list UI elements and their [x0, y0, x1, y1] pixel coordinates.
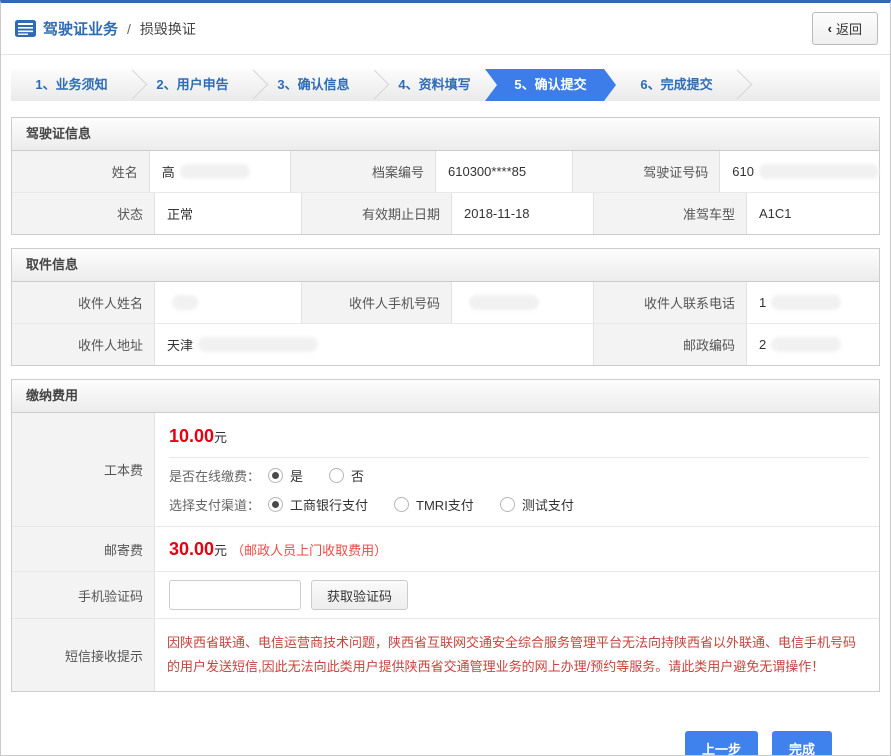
sms-notice-cell: 因陕西省联通、电信运营商技术问题，陕西省互联网交通安全综合服务管理平台无法向持陕…	[155, 619, 879, 691]
radio-icon	[268, 468, 283, 483]
table-row: 收件人姓名 收件人手机号码 收件人联系电话 1	[12, 282, 879, 324]
redacted-blob	[172, 295, 198, 310]
production-fee-amount: 10.00	[169, 426, 214, 446]
vehicle-class-label: 准驾车型	[594, 193, 747, 234]
finish-button[interactable]: 完成	[772, 731, 832, 756]
table-row: 收件人地址 天津 邮政编码 2	[12, 324, 879, 365]
table-row: 姓名 高 档案编号 610300****85 驾驶证号码 610	[12, 151, 879, 193]
step-4-fill-material[interactable]: 4、资料填写	[374, 69, 495, 101]
production-fee-value: 10.00元 是否在线缴费： 是 否 选择支付渠道： 工商银行支付 TMRI支付…	[155, 413, 879, 526]
redacted-blob	[469, 295, 539, 310]
status-label: 状态	[12, 193, 155, 234]
recipient-mobile-value	[452, 282, 594, 323]
currency-unit: 元	[214, 540, 227, 559]
postage-fee-note: （邮政人员上门收取费用）	[231, 540, 387, 559]
page-container: 驾驶证业务 / 损毁换证 ‹ 返回 1、业务须知 2、用户申告 3、确认信息 4…	[0, 0, 891, 756]
recipient-phone-value: 1	[747, 282, 879, 323]
get-captcha-button[interactable]: 获取验证码	[311, 580, 408, 610]
radio-icon	[500, 497, 515, 512]
file-number-label: 档案编号	[291, 151, 436, 192]
captcha-input[interactable]	[169, 580, 301, 610]
sms-notice-label: 短信接收提示	[12, 619, 155, 691]
form-list-icon	[15, 20, 36, 37]
radio-online-pay-no[interactable]: 否	[329, 466, 364, 485]
recipient-address-label: 收件人地址	[12, 324, 155, 365]
fees-section: 缴纳费用 工本费 10.00元 是否在线缴费： 是 否 选择支付渠道： 工商银行…	[11, 379, 880, 692]
step-1-business-notice[interactable]: 1、业务须知	[11, 69, 132, 101]
back-button-label: 返回	[836, 19, 862, 38]
pay-channel-line: 选择支付渠道： 工商银行支付 TMRI支付 测试支付	[169, 487, 879, 526]
name-label: 姓名	[12, 151, 150, 192]
captcha-row: 手机验证码 获取验证码	[12, 572, 879, 619]
step-bar-filler	[737, 69, 880, 101]
breadcrumb-divider: /	[127, 21, 131, 37]
recipient-address-value: 天津	[155, 324, 594, 365]
redacted-blob	[771, 337, 841, 352]
currency-unit: 元	[214, 430, 227, 445]
page-title: 驾驶证业务	[43, 18, 118, 39]
footer-actions: 上一步 完成	[1, 705, 890, 756]
radio-icon	[268, 497, 283, 512]
captcha-value-cell: 获取验证码	[155, 572, 879, 618]
production-fee-label: 工本费	[12, 413, 155, 526]
step-5-confirm-submit-active[interactable]: 5、确认提交	[485, 69, 616, 101]
previous-step-button[interactable]: 上一步	[685, 731, 758, 756]
step-3-confirm-info[interactable]: 3、确认信息	[253, 69, 374, 101]
recipient-mobile-label: 收件人手机号码	[302, 282, 452, 323]
name-value: 高	[150, 151, 292, 192]
recipient-name-value	[155, 282, 302, 323]
postal-code-label: 邮政编码	[594, 324, 747, 365]
redacted-blob	[771, 295, 841, 310]
license-section-title: 驾驶证信息	[12, 118, 879, 151]
recipient-name-label: 收件人姓名	[12, 282, 155, 323]
postage-fee-label: 邮寄费	[12, 527, 155, 571]
postage-fee-amount: 30.00	[169, 539, 214, 560]
pickup-section-title: 取件信息	[12, 249, 879, 282]
radio-icon	[329, 468, 344, 483]
expiry-date-value: 2018-11-18	[452, 193, 594, 234]
redacted-blob	[180, 164, 250, 179]
back-button[interactable]: ‹ 返回	[812, 12, 878, 45]
radio-channel-test[interactable]: 测试支付	[500, 495, 574, 514]
production-fee-amount-line: 10.00元	[169, 413, 869, 458]
online-pay-question: 是否在线缴费：	[169, 466, 260, 485]
radio-channel-icbc[interactable]: 工商银行支付	[268, 495, 368, 514]
postage-fee-row: 邮寄费 30.00元 （邮政人员上门收取费用）	[12, 527, 879, 572]
table-row: 状态 正常 有效期止日期 2018-11-18 准驾车型 A1C1	[12, 193, 879, 234]
step-wizard: 1、业务须知 2、用户申告 3、确认信息 4、资料填写 5、确认提交 6、完成提…	[11, 69, 880, 101]
license-number-label: 驾驶证号码	[573, 151, 720, 192]
breadcrumb-current: 损毁换证	[140, 19, 196, 39]
sms-notice-text: 因陕西省联通、电信运营商技术问题，陕西省互联网交通安全综合服务管理平台无法向持陕…	[167, 631, 863, 679]
file-number-value: 610300****85	[436, 151, 573, 192]
online-pay-question-line: 是否在线缴费： 是 否	[169, 458, 879, 487]
sms-notice-row: 短信接收提示 因陕西省联通、电信运营商技术问题，陕西省互联网交通安全综合服务管理…	[12, 619, 879, 691]
production-fee-row: 工本费 10.00元 是否在线缴费： 是 否 选择支付渠道： 工商银行支付 TM…	[12, 413, 879, 527]
fees-section-title: 缴纳费用	[12, 380, 879, 413]
redacted-blob	[759, 164, 879, 179]
license-info-section: 驾驶证信息 姓名 高 档案编号 610300****85 驾驶证号码 610 状…	[11, 117, 880, 235]
license-number-value: 610	[720, 151, 879, 192]
chevron-left-icon: ‹	[828, 21, 832, 36]
postal-code-value: 2	[747, 324, 879, 365]
pickup-info-section: 取件信息 收件人姓名 收件人手机号码 收件人联系电话 1 收件人地址 天津 邮政…	[11, 248, 880, 366]
redacted-blob	[198, 337, 318, 352]
recipient-phone-label: 收件人联系电话	[594, 282, 747, 323]
radio-online-pay-yes[interactable]: 是	[268, 466, 303, 485]
radio-channel-tmri[interactable]: TMRI支付	[394, 495, 474, 514]
step-6-complete-submit[interactable]: 6、完成提交	[616, 69, 737, 101]
captcha-label: 手机验证码	[12, 572, 155, 618]
step-2-user-declaration[interactable]: 2、用户申告	[132, 69, 253, 101]
page-header: 驾驶证业务 / 损毁换证 ‹ 返回	[1, 3, 890, 55]
pay-channel-question: 选择支付渠道：	[169, 495, 260, 514]
radio-icon	[394, 497, 409, 512]
status-value: 正常	[155, 193, 302, 234]
postage-fee-value: 30.00元 （邮政人员上门收取费用）	[155, 527, 879, 571]
expiry-date-label: 有效期止日期	[302, 193, 452, 234]
breadcrumb: 驾驶证业务 / 损毁换证	[15, 18, 196, 39]
vehicle-class-value: A1C1	[747, 193, 879, 234]
